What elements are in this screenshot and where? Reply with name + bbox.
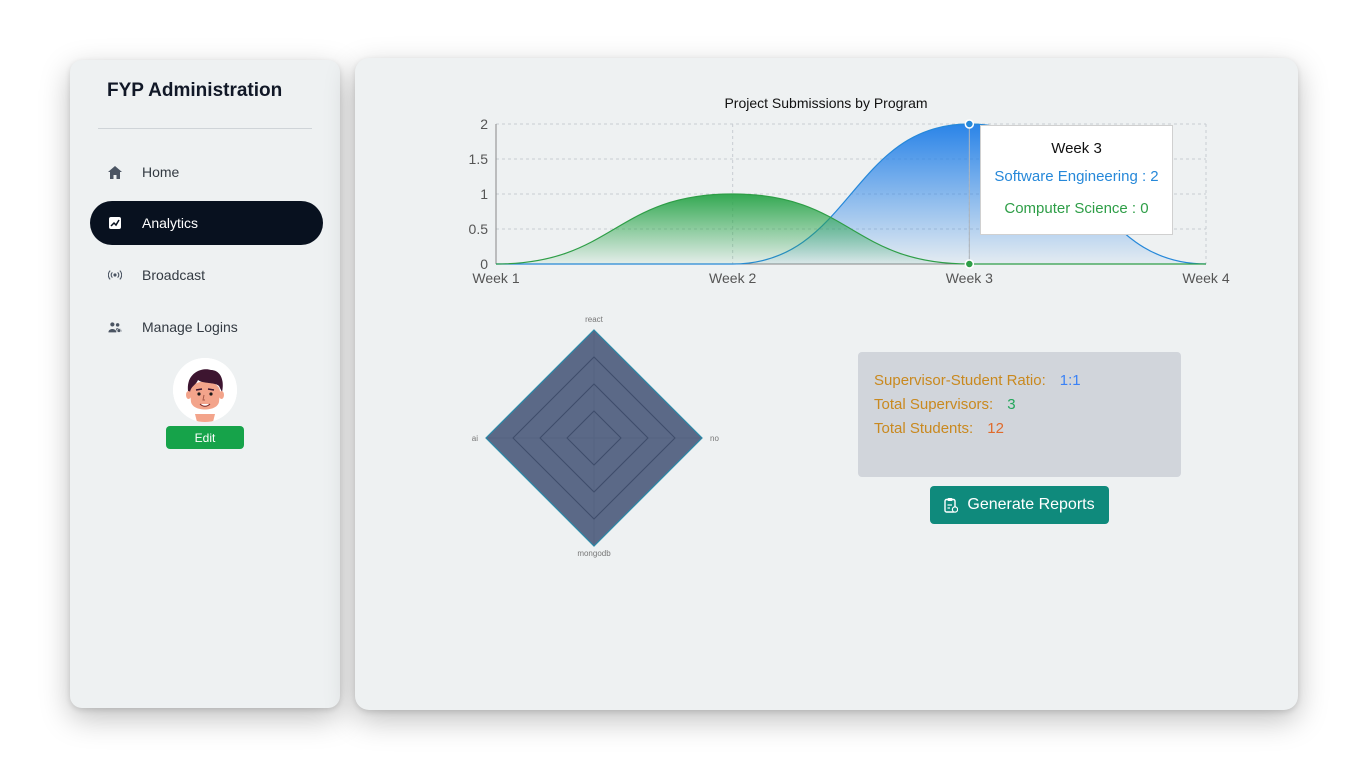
y-tick-label: 0.5	[469, 221, 489, 237]
stat-supervisors-value: 3	[1007, 396, 1016, 413]
generate-reports-label: Generate Reports	[967, 496, 1095, 513]
radar-axis-label: ai	[472, 434, 478, 443]
sidebar-item-manage-logins[interactable]: Manage Logins	[90, 305, 323, 349]
stat-students-label: Total Students:	[874, 420, 974, 437]
edit-profile-button[interactable]: Edit	[166, 426, 244, 449]
y-tick-label: 1	[480, 186, 488, 202]
main-panel: Project Submissions by Program 0 0.5 1 1.5 2…	[355, 58, 1298, 710]
sidebar: FYP Administration Home Analytics Broadc…	[70, 60, 340, 708]
radar-axis-label: mongodb	[577, 549, 611, 558]
home-icon	[108, 165, 122, 179]
chart-tooltip: Week 3 Software Engineering : 2 Computer…	[980, 125, 1173, 235]
sidebar-divider	[98, 128, 312, 129]
y-tick-label: 1.5	[469, 151, 489, 167]
analytics-icon	[108, 216, 122, 230]
stat-ratio: Supervisor-Student Ratio: 1:1	[874, 372, 1081, 389]
broadcast-icon	[108, 268, 122, 282]
y-tick-label: 2	[480, 116, 488, 132]
sidebar-item-label: Manage Logins	[142, 319, 238, 335]
tooltip-line-software-engineering: Software Engineering : 2	[994, 168, 1159, 185]
chart-title: Project Submissions by Program	[724, 95, 927, 111]
tooltip-title: Week 3	[1051, 140, 1102, 157]
x-tick-label: Week 2	[709, 270, 756, 286]
radar-axis-label: react	[585, 315, 604, 324]
sidebar-item-label: Home	[142, 164, 180, 180]
generate-reports-button[interactable]: Generate Reports	[930, 486, 1109, 524]
stat-supervisors: Total Supervisors: 3	[874, 396, 1016, 413]
users-icon	[108, 320, 122, 334]
sidebar-item-label: Analytics	[142, 215, 199, 231]
tooltip-line-computer-science: Computer Science : 0	[1004, 200, 1149, 217]
stat-ratio-label: Supervisor-Student Ratio:	[874, 372, 1046, 389]
avatar	[173, 358, 237, 422]
x-tick-label: Week 1	[472, 270, 519, 286]
clipboard-icon	[944, 497, 959, 513]
active-point	[964, 259, 975, 269]
x-tick-label: Week 4	[1182, 270, 1229, 286]
stat-students-value: 12	[987, 420, 1004, 437]
stats-card: Supervisor-Student Ratio: 1:1 Total Super…	[858, 352, 1181, 477]
sidebar-item-label: Broadcast	[142, 267, 206, 283]
x-tick-label: Week 3	[946, 270, 993, 286]
sidebar-item-broadcast[interactable]: Broadcast	[90, 253, 323, 297]
radar-area	[485, 329, 703, 547]
radar-axis-label: no	[710, 434, 719, 443]
sidebar-item-analytics[interactable]: Analytics	[90, 201, 323, 245]
stat-ratio-value: 1:1	[1059, 372, 1081, 389]
active-point	[964, 119, 975, 129]
radar-chart: react no mongodb ai	[472, 315, 720, 558]
sidebar-item-home[interactable]: Home	[90, 150, 323, 194]
stat-students: Total Students: 12	[874, 420, 1004, 437]
stat-supervisors-label: Total Supervisors:	[874, 396, 994, 413]
app-title: FYP Administration	[107, 80, 283, 101]
